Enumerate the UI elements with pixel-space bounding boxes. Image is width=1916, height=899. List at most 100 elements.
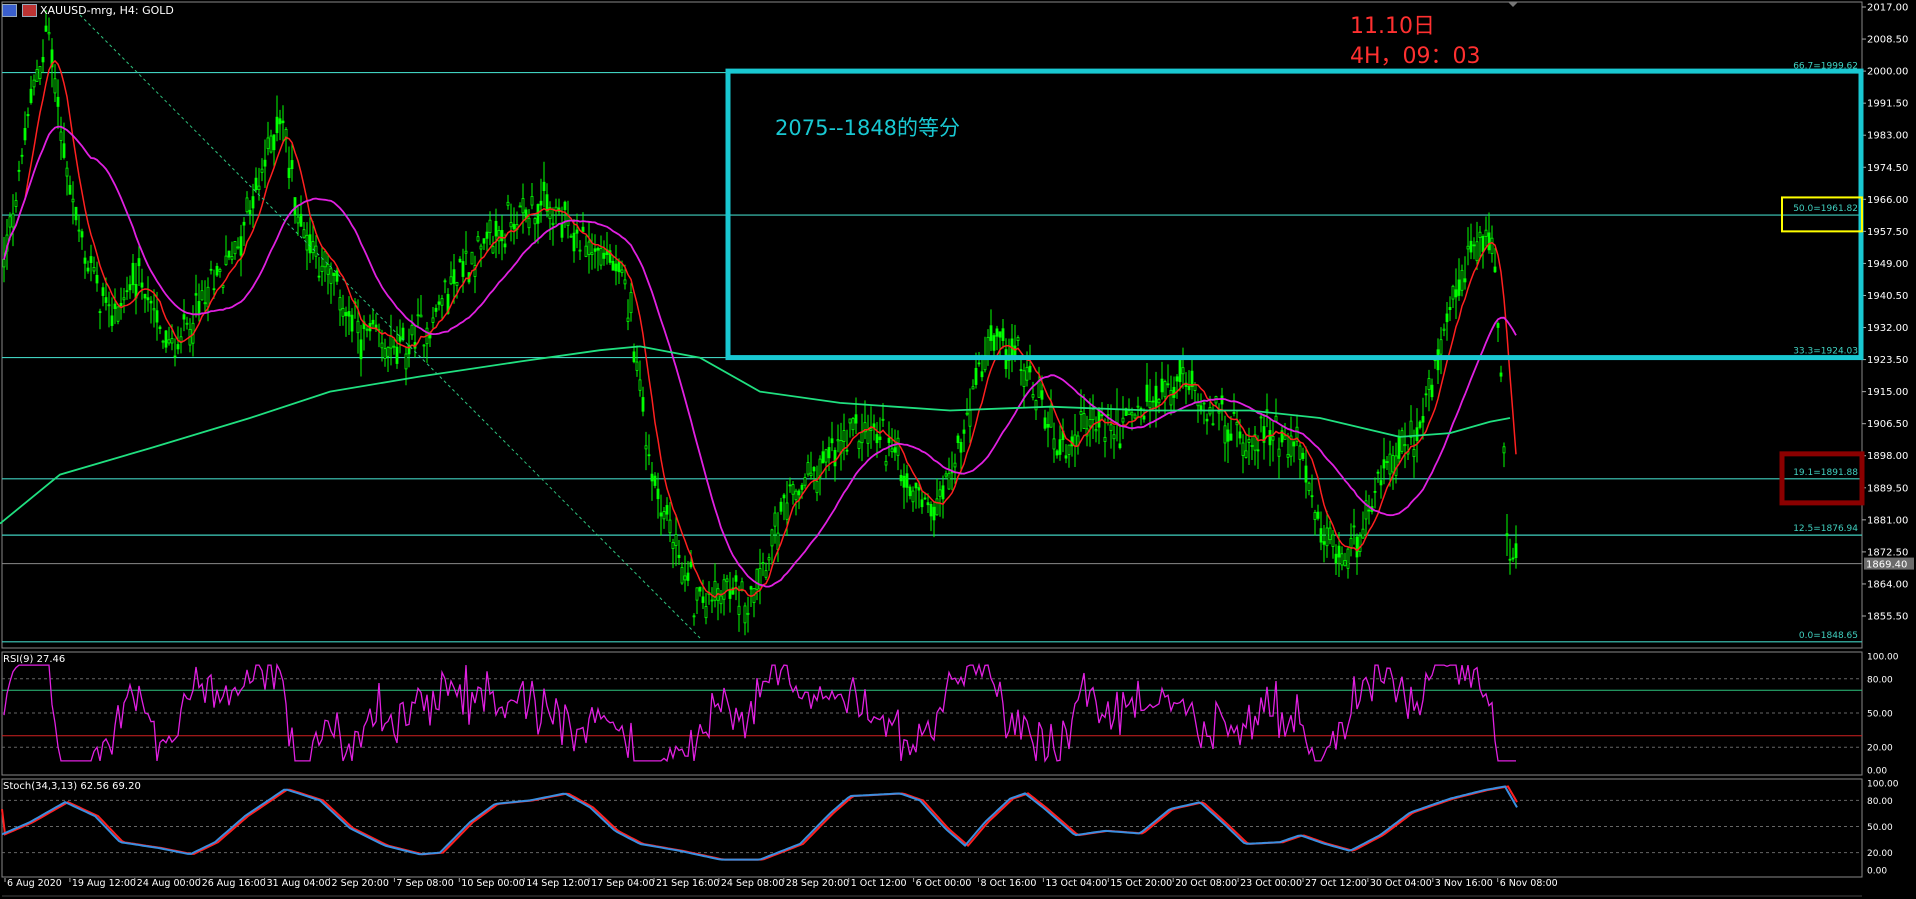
candle-body: [125, 290, 129, 293]
candle-body: [224, 255, 228, 266]
candle-body: [1343, 560, 1347, 567]
candle-body: [275, 116, 279, 134]
candle-body: [308, 234, 312, 254]
fib-box-label: 2075--1848的等分: [775, 116, 961, 140]
price-axis-label: 1898.00: [1867, 451, 1908, 462]
candle-body: [1103, 436, 1107, 442]
candle-body: [1229, 433, 1233, 441]
candle-body: [1067, 444, 1071, 455]
candle-body: [29, 88, 33, 103]
candle-body: [1040, 390, 1044, 400]
candle-body: [461, 261, 465, 277]
fib-level-label: 0.0=1848.65: [1799, 631, 1858, 641]
price-axis-label: 1915.00: [1867, 387, 1908, 398]
candle-body: [404, 353, 408, 370]
candle-body: [947, 472, 951, 490]
candle-body: [743, 605, 747, 624]
candle-body: [1334, 553, 1338, 564]
candle-body: [518, 205, 522, 208]
candle-body: [1391, 455, 1395, 473]
candle-body: [728, 588, 732, 599]
candle-body: [842, 430, 846, 443]
candle-body: [992, 335, 996, 351]
candle-body: [329, 268, 333, 284]
candle-body: [1217, 411, 1221, 414]
candle-body: [587, 241, 591, 255]
candle-body: [1382, 459, 1386, 469]
candle-body: [146, 297, 150, 301]
candle-body: [65, 167, 69, 177]
candle-body: [107, 304, 111, 307]
candle-body: [794, 490, 798, 501]
price-axis-label: 1957.50: [1867, 227, 1908, 238]
candle-body: [422, 344, 426, 347]
fib-level-label: 12.5=1876.94: [1793, 524, 1858, 534]
candle-body: [485, 231, 489, 239]
candle-body: [563, 201, 567, 211]
candle-body: [761, 562, 765, 564]
candle-body: [176, 344, 180, 350]
candle-body: [296, 216, 300, 224]
candle-body: [218, 269, 222, 272]
candle-body: [596, 247, 600, 251]
candle-body: [590, 252, 594, 255]
candle-body: [977, 362, 981, 365]
candle-body: [161, 340, 165, 343]
candle-body: [980, 371, 984, 378]
candle-body: [1400, 430, 1404, 452]
candle-body: [533, 218, 537, 225]
candle-body: [1277, 448, 1281, 457]
candle-body: [914, 482, 918, 489]
stoch-axis-label: 0.00: [1867, 867, 1887, 877]
rsi-axis-label: 80.00: [1867, 675, 1893, 685]
candle-body: [995, 328, 999, 337]
candle-body: [572, 232, 576, 252]
candle-body: [2, 259, 6, 268]
candle-body: [227, 250, 231, 258]
candle-body: [395, 346, 399, 364]
candle-body: [824, 449, 828, 463]
candle-body: [1259, 416, 1263, 419]
candle-body: [1166, 383, 1170, 386]
candle-body: [254, 177, 258, 191]
candle-body: [845, 449, 849, 452]
candle-body: [302, 229, 306, 238]
candle-body: [710, 599, 714, 602]
candle-body: [749, 586, 753, 590]
candle-body: [1271, 435, 1275, 441]
time-axis-label: 30 Oct 04:00: [1370, 878, 1432, 889]
candle-body: [311, 241, 315, 254]
candle-body: [1016, 337, 1020, 341]
candle-body: [1484, 229, 1488, 237]
candle-body: [437, 301, 441, 305]
candle-body: [881, 418, 885, 421]
candle-body: [1142, 415, 1146, 420]
candle-body: [1238, 431, 1242, 439]
candle-body: [491, 246, 495, 254]
candle-body: [767, 557, 771, 561]
candle-body: [1052, 438, 1056, 450]
candle-body: [656, 488, 660, 500]
candle-body: [110, 315, 114, 326]
candle-body: [386, 347, 390, 357]
candle-body: [857, 441, 861, 449]
candle-body: [1175, 376, 1179, 382]
candle-body: [89, 256, 93, 264]
time-axis-label: 24 Aug 00:00: [137, 878, 201, 889]
candle-body: [635, 361, 639, 371]
ma-slow-line: [0, 345, 1511, 525]
time-axis-label: 23 Oct 00:00: [1240, 878, 1302, 889]
time-axis-label: 14 Sep 12:00: [526, 878, 589, 889]
candle-body: [338, 297, 342, 311]
candle-body: [197, 301, 201, 314]
candle-body: [1508, 558, 1512, 561]
candle-body: [335, 270, 339, 282]
candle-body: [1151, 400, 1155, 403]
candle-body: [1286, 453, 1290, 458]
candle-body: [593, 248, 597, 252]
stoch-main-line: [1, 785, 1518, 861]
candle-body: [317, 275, 321, 278]
candle-body: [1463, 278, 1467, 283]
candle-body: [479, 245, 483, 250]
candle-body: [1100, 414, 1104, 417]
